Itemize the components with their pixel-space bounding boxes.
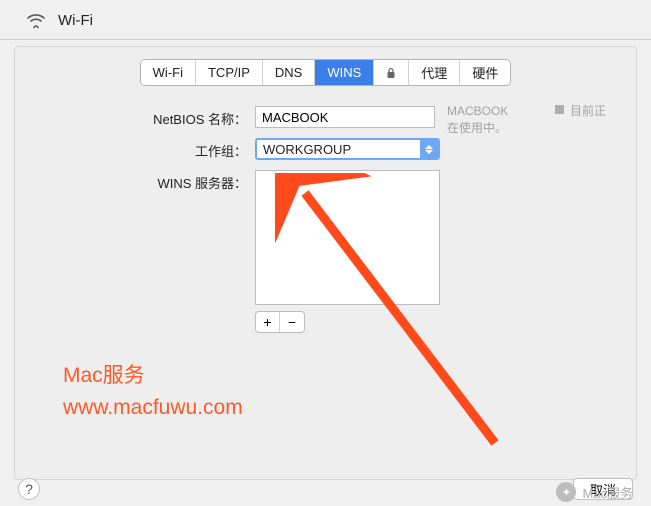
combobox-stepper-icon — [420, 140, 438, 158]
footer: ? 取消 — [0, 478, 651, 500]
workgroup-combobox[interactable]: WORKGROUP — [255, 138, 440, 160]
tab-strip: Wi-Fi TCP/IP DNS WINS 代理 硬件 — [35, 59, 616, 86]
remove-button[interactable]: − — [280, 312, 304, 332]
current-label: 目前正 — [570, 102, 606, 119]
watermark-text: Mac服务 www.macfuwu.com — [63, 360, 243, 423]
settings-panel: Wi-Fi TCP/IP DNS WINS 代理 硬件 NetBIOS 名称： … — [14, 46, 637, 480]
wechat-icon: ✦ — [556, 482, 576, 502]
netbios-usage-note: MACBOOK 在使用中。 — [447, 103, 567, 137]
status-indicator — [555, 105, 564, 114]
wifi-icon — [24, 10, 48, 31]
workgroup-value: WORKGROUP — [263, 142, 351, 157]
tab-hardware[interactable]: 硬件 — [460, 60, 510, 85]
row-workgroup: 工作组： WORKGROUP — [35, 138, 616, 160]
tab-tcpip[interactable]: TCP/IP — [196, 60, 263, 85]
help-button[interactable]: ? — [18, 478, 40, 500]
row-wins-servers: WINS 服务器： + − — [35, 170, 616, 333]
wins-servers-label: WINS 服务器： — [35, 170, 255, 192]
workgroup-label: 工作组： — [35, 138, 255, 160]
add-remove-stepper: + − — [255, 311, 305, 333]
tab-proxy[interactable]: 代理 — [409, 60, 460, 85]
tab-wins[interactable]: WINS — [315, 60, 374, 85]
add-button[interactable]: + — [256, 312, 280, 332]
tab-8021x[interactable] — [374, 60, 409, 85]
divider — [0, 39, 651, 40]
wins-servers-list[interactable] — [255, 170, 440, 305]
window-header: Wi-Fi — [0, 0, 651, 39]
tab-dns[interactable]: DNS — [263, 60, 315, 85]
publisher-watermark: ✦ Mac服务 — [556, 482, 633, 502]
netbios-input[interactable] — [255, 106, 435, 128]
tab-wifi[interactable]: Wi-Fi — [141, 60, 196, 85]
netbios-label: NetBIOS 名称： — [35, 106, 255, 128]
lock-icon — [386, 67, 396, 79]
window-title: Wi-Fi — [58, 12, 93, 29]
